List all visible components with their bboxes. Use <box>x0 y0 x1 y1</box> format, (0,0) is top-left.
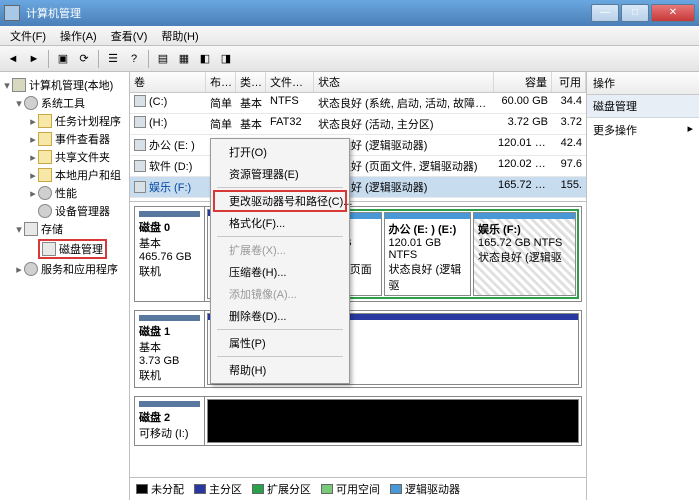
close-button[interactable]: ✕ <box>651 4 695 22</box>
tree-users[interactable]: ▸本地用户和组 <box>2 166 127 184</box>
volume-header: 卷 布局 类型 文件系统 状态 容量 可用 <box>130 72 586 93</box>
app-icon <box>4 5 20 21</box>
titlebar: 计算机管理 — □ ✕ <box>0 0 699 26</box>
help-button[interactable]: ? <box>125 50 143 68</box>
disk-info[interactable]: 磁盘 2 可移动 (I:) <box>135 397 205 445</box>
drive-icon <box>134 139 146 151</box>
props-button[interactable]: ☰ <box>104 50 122 68</box>
back-button[interactable]: ◄ <box>4 50 22 68</box>
disk-layout-area: 磁盘 0 基本 465.76 GB 联机 60.00 GB NTFS状态良好 (… <box>130 202 586 477</box>
window-title: 计算机管理 <box>26 5 591 21</box>
refresh-button[interactable]: ⟳ <box>75 50 93 68</box>
col-capacity[interactable]: 容量 <box>494 72 552 92</box>
ctx-shrink[interactable]: 压缩卷(H)... <box>213 261 347 283</box>
legend: 未分配 主分区 扩展分区 可用空间 逻辑驱动器 <box>130 477 586 500</box>
volume-row-selected[interactable]: 娱乐 (F:)简单基本NTFS状态良好 (逻辑驱动器)165.72 GB155. <box>130 177 586 198</box>
col-layout[interactable]: 布局 <box>206 72 236 92</box>
partition-e[interactable]: 办公 (E: ) (E:)120.01 GB NTFS状态良好 (逻辑驱 <box>384 212 472 296</box>
view3-button[interactable]: ◧ <box>196 50 214 68</box>
col-name[interactable]: 卷 <box>130 72 206 92</box>
actions-header: 操作 <box>587 72 699 95</box>
menu-action[interactable]: 操作(A) <box>54 26 103 46</box>
volume-row[interactable]: 软件 (D:)简单基本NTFS状态良好 (页面文件, 逻辑驱动器)120.02 … <box>130 156 586 177</box>
actions-subheader: 磁盘管理 <box>587 95 699 118</box>
context-menu: 打开(O) 资源管理器(E) 更改驱动器号和路径(C)... 格式化(F)...… <box>210 138 350 384</box>
menu-view[interactable]: 查看(V) <box>105 26 154 46</box>
disk-1: 磁盘 1 基本 3.73 GB 联机 (H:)3.73 GB FAT32状态良好… <box>134 310 582 388</box>
action-more[interactable]: 更多操作▸ <box>587 118 699 142</box>
drive-icon <box>134 160 146 172</box>
tree-shared[interactable]: ▸共享文件夹 <box>2 148 127 166</box>
drive-icon <box>134 181 146 193</box>
ctx-format[interactable]: 格式化(F)... <box>213 212 347 234</box>
tree-event[interactable]: ▸事件查看器 <box>2 130 127 148</box>
volume-row[interactable]: (C:)简单基本NTFS状态良好 (系统, 启动, 活动, 故障转储, 主分区)… <box>130 93 586 114</box>
tree-task[interactable]: ▸任务计划程序 <box>2 112 127 130</box>
minimize-button[interactable]: — <box>591 4 619 22</box>
chevron-right-icon: ▸ <box>687 122 693 138</box>
disk-info[interactable]: 磁盘 1 基本 3.73 GB 联机 <box>135 311 205 387</box>
volume-row[interactable]: 办公 (E: )简单基本NTFS状态良好 (逻辑驱动器)120.01 GB42.… <box>130 135 586 156</box>
nav-tree: ▾计算机管理(本地) ▾系统工具 ▸任务计划程序 ▸事件查看器 ▸共享文件夹 ▸… <box>0 72 130 500</box>
tree-storage[interactable]: ▾存储 <box>2 220 127 238</box>
menu-file[interactable]: 文件(F) <box>4 26 52 46</box>
ctx-extend[interactable]: 扩展卷(X)... <box>213 239 347 261</box>
ctx-help[interactable]: 帮助(H) <box>213 359 347 381</box>
view1-button[interactable]: ▤ <box>154 50 172 68</box>
ctx-open[interactable]: 打开(O) <box>213 141 347 163</box>
col-fs[interactable]: 文件系统 <box>266 72 314 92</box>
disk-info[interactable]: 磁盘 0 基本 465.76 GB 联机 <box>135 207 205 301</box>
col-free[interactable]: 可用 <box>552 72 586 92</box>
ctx-properties[interactable]: 属性(P) <box>213 332 347 354</box>
tree-perf[interactable]: ▸性能 <box>2 184 127 202</box>
drive-icon <box>134 116 146 128</box>
tree-systools[interactable]: ▾系统工具 <box>2 94 127 112</box>
col-type[interactable]: 类型 <box>236 72 266 92</box>
partition-removable[interactable] <box>207 399 579 443</box>
volume-list: 卷 布局 类型 文件系统 状态 容量 可用 (C:)简单基本NTFS状态良好 (… <box>130 72 586 202</box>
disk-2: 磁盘 2 可移动 (I:) <box>134 396 582 446</box>
col-status[interactable]: 状态 <box>314 72 494 92</box>
ctx-mirror[interactable]: 添加镜像(A)... <box>213 283 347 305</box>
drive-icon <box>134 95 146 107</box>
partition-f-selected[interactable]: 娱乐 (F:)165.72 GB NTFS状态良好 (逻辑驱 <box>473 212 576 296</box>
ctx-delete[interactable]: 删除卷(D)... <box>213 305 347 327</box>
up-button[interactable]: ▣ <box>54 50 72 68</box>
view2-button[interactable]: ▦ <box>175 50 193 68</box>
menubar: 文件(F) 操作(A) 查看(V) 帮助(H) <box>0 26 699 46</box>
volume-row[interactable]: (H:)简单基本FAT32状态良好 (活动, 主分区)3.72 GB3.72 <box>130 114 586 135</box>
maximize-button[interactable]: □ <box>621 4 649 22</box>
view4-button[interactable]: ◨ <box>217 50 235 68</box>
tree-devmgr[interactable]: 设备管理器 <box>2 202 127 220</box>
disk-0: 磁盘 0 基本 465.76 GB 联机 60.00 GB NTFS状态良好 (… <box>134 206 582 302</box>
menu-help[interactable]: 帮助(H) <box>155 26 204 46</box>
ctx-explorer[interactable]: 资源管理器(E) <box>213 163 347 185</box>
toolbar: ◄ ► ▣ ⟳ ☰ ? ▤ ▦ ◧ ◨ <box>0 46 699 72</box>
tree-diskmgmt[interactable]: 磁盘管理 <box>2 238 127 260</box>
tree-root[interactable]: ▾计算机管理(本地) <box>2 76 127 94</box>
tree-services[interactable]: ▸服务和应用程序 <box>2 260 127 278</box>
actions-panel: 操作 磁盘管理 更多操作▸ <box>587 72 699 500</box>
ctx-change-drive-letter[interactable]: 更改驱动器号和路径(C)... <box>213 190 347 212</box>
forward-button[interactable]: ► <box>25 50 43 68</box>
